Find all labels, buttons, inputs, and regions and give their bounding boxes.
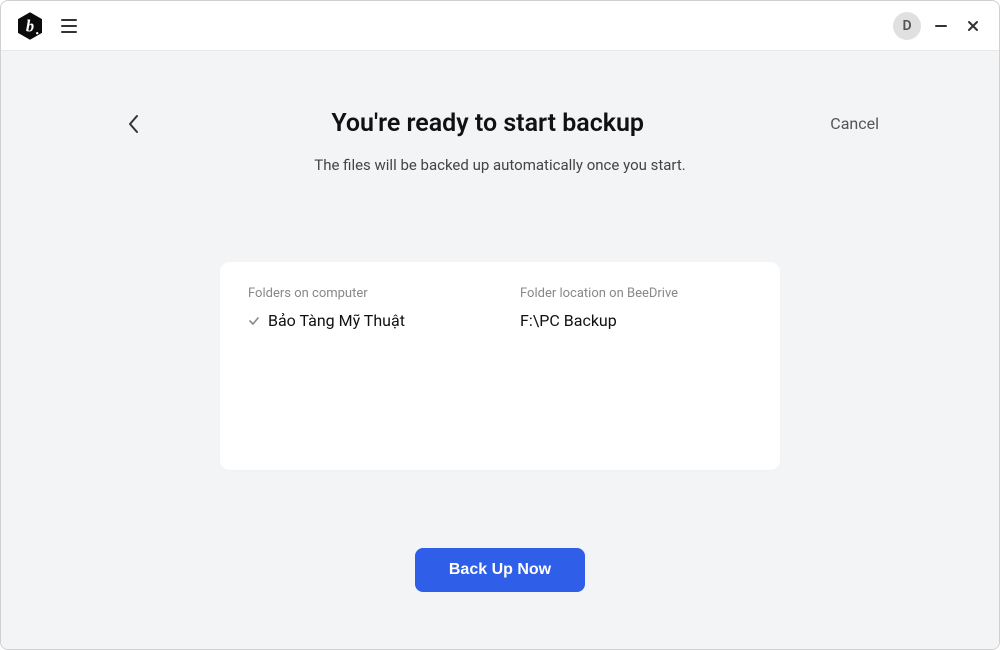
source-folder-row: Bảo Tàng Mỹ Thuật [248,311,480,330]
menu-icon[interactable] [57,15,81,37]
summary-card: Folders on computer Bảo Tàng Mỹ Thuật Fo… [220,262,780,470]
page-title: You're ready to start backup [145,109,830,138]
titlebar: b D [1,1,999,51]
svg-text:b: b [26,16,34,35]
destination-label: Folder location on BeeDrive [520,286,752,301]
content-area: You're ready to start backup Cancel The … [1,51,999,649]
destination-column: Folder location on BeeDrive F:\PC Backup [520,286,752,446]
minimize-button[interactable] [929,14,953,38]
destination-path: F:\PC Backup [520,311,752,330]
source-label: Folders on computer [248,286,480,301]
cancel-link[interactable]: Cancel [830,114,879,133]
checkmark-icon [248,315,260,327]
close-button[interactable] [961,14,985,38]
header-row: You're ready to start backup Cancel [1,109,999,138]
avatar-initial: D [902,18,911,34]
backup-now-button[interactable]: Back Up Now [415,548,585,592]
source-column: Folders on computer Bảo Tàng Mỹ Thuật [248,286,480,446]
back-button[interactable] [121,112,145,136]
app-window: b D You're ready to start [0,0,1000,650]
titlebar-right: D [893,12,985,40]
user-avatar[interactable]: D [893,12,921,40]
source-folder-name: Bảo Tàng Mỹ Thuật [268,311,405,330]
app-logo-icon: b [15,11,45,41]
page-subtitle: The files will be backed up automaticall… [314,156,685,174]
titlebar-left: b [15,11,81,41]
